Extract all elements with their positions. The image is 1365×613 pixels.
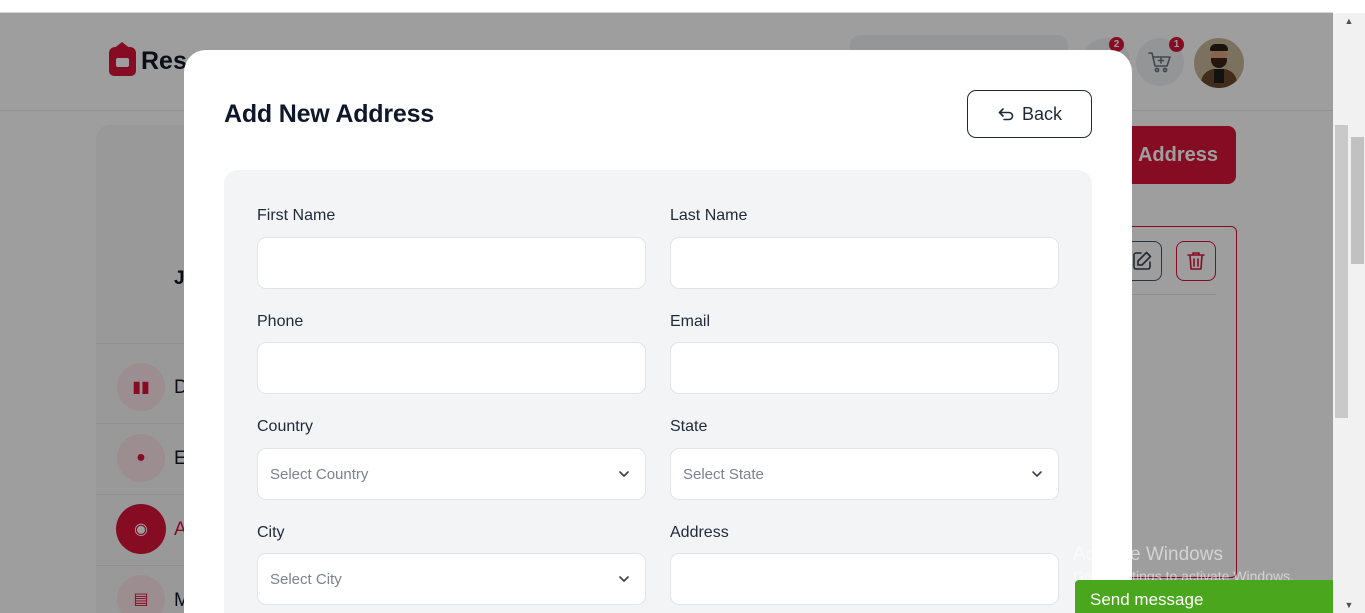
chevron-down-icon xyxy=(619,576,629,582)
back-button[interactable]: Back xyxy=(967,90,1092,138)
address-form: First Name Last Name Phone Email Country… xyxy=(224,170,1092,613)
first-name-label: First Name xyxy=(257,207,336,224)
state-select-placeholder: Select State xyxy=(683,465,764,483)
country-select-placeholder: Select Country xyxy=(270,465,369,483)
back-label: Back xyxy=(1021,103,1063,124)
modal-title: Add New Address xyxy=(224,100,435,128)
last-name-label: Last Name xyxy=(670,207,748,224)
phone-label: Phone xyxy=(257,313,304,330)
address-label: Address xyxy=(670,524,729,541)
add-address-modal: Add New Address Back First Name Last Nam… xyxy=(184,50,1132,613)
city-select[interactable]: Select City xyxy=(257,553,646,605)
undo-arrow-icon xyxy=(998,108,1014,121)
country-label: Country xyxy=(257,418,314,435)
country-select[interactable]: Select Country xyxy=(257,448,646,500)
chevron-down-icon xyxy=(1032,471,1042,477)
state-label: State xyxy=(670,418,708,435)
scrollbar-thumb[interactable] xyxy=(1335,125,1348,418)
inner-scrollbar-thumb[interactable] xyxy=(1351,137,1364,264)
send-message-button[interactable]: Send message xyxy=(1075,580,1335,613)
email-label: Email xyxy=(670,313,711,330)
browser-top-strip xyxy=(0,0,1333,13)
chevron-down-icon xyxy=(619,471,629,477)
city-label: City xyxy=(257,524,285,541)
scroll-down-arrow-icon[interactable]: ▼ xyxy=(1333,597,1365,613)
last-name-field[interactable] xyxy=(670,237,1059,289)
state-select[interactable]: Select State xyxy=(670,448,1059,500)
phone-field[interactable] xyxy=(257,342,646,394)
address-field[interactable] xyxy=(670,553,1059,605)
email-field[interactable] xyxy=(670,342,1059,394)
windows-activation-title: Activate Windows xyxy=(1073,544,1223,565)
city-select-placeholder: Select City xyxy=(270,570,342,588)
first-name-field[interactable] xyxy=(257,237,646,289)
scroll-up-arrow-icon[interactable]: ▲ xyxy=(1333,13,1365,29)
